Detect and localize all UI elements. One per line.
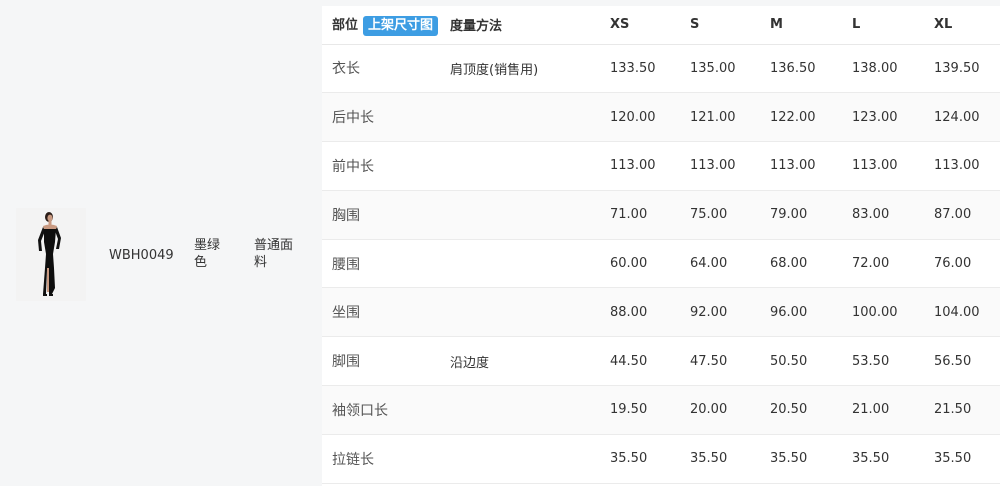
table-row: 腰围 60.00 64.00 68.00 72.00 76.00	[322, 239, 1000, 288]
value-s: 113.00	[690, 158, 736, 174]
header-size-xs: XS	[610, 17, 630, 33]
table-row: 坐围 88.00 92.00 96.00 100.00 104.00	[322, 287, 1000, 337]
part-name: 坐围	[332, 305, 360, 322]
measure-method	[450, 434, 610, 483]
value-s: 75.00	[690, 207, 728, 223]
value-l: 53.50	[852, 353, 890, 369]
value-xl: 76.00	[934, 256, 972, 272]
product-row: WBH0049 墨绿色 普通面料	[0, 0, 316, 486]
value-l: 83.00	[852, 207, 890, 223]
value-m: 122.00	[770, 109, 816, 125]
value-l: 123.00	[852, 109, 898, 125]
color-name: 墨绿色	[194, 238, 221, 270]
value-m: 68.00	[770, 256, 808, 272]
value-s: 64.00	[690, 256, 728, 272]
value-m: 79.00	[770, 207, 808, 223]
table-row: 袖领口长 19.50 20.00 20.50 21.00 21.50	[322, 385, 1000, 435]
value-m: 50.50	[770, 353, 808, 369]
dress-image	[16, 208, 86, 301]
header-method: 度量方法	[450, 19, 503, 35]
header-size-s: S	[690, 17, 700, 33]
value-m: 20.50	[770, 402, 808, 418]
value-xl: 139.50	[934, 60, 980, 76]
table-header-row: 部位 上架尺寸图 度量方法 XS S M L XL	[322, 6, 1000, 44]
part-name: 后中长	[332, 110, 374, 127]
value-xs: 60.00	[610, 256, 648, 272]
value-xl: 56.50	[934, 353, 972, 369]
value-xs: 35.50	[610, 451, 648, 467]
part-name: 拉链长	[332, 451, 374, 468]
header-size-m: M	[770, 17, 783, 33]
table-row: 后中长 120.00 121.00 122.00 123.00 124.00	[322, 92, 1000, 142]
value-l: 72.00	[852, 256, 890, 272]
listing-size-chart-tag[interactable]: 上架尺寸图	[363, 15, 439, 36]
value-xl: 21.50	[934, 402, 972, 418]
value-s: 135.00	[690, 60, 736, 76]
value-s: 35.50	[690, 451, 728, 467]
value-l: 113.00	[852, 158, 898, 174]
value-xl: 87.00	[934, 207, 972, 223]
measure-method: 肩顶度(销售用)	[450, 62, 539, 78]
value-xs: 120.00	[610, 109, 656, 125]
header-size-l: L	[852, 17, 861, 33]
size-table: 部位 上架尺寸图 度量方法 XS S M L XL 衣长 肩顶度(销售用) 133.5…	[322, 6, 1000, 484]
value-xs: 44.50	[610, 353, 648, 369]
value-xl: 35.50	[934, 451, 972, 467]
measure-method	[450, 142, 610, 191]
table-row: 胸围 71.00 75.00 79.00 83.00 87.00	[322, 190, 1000, 240]
value-m: 136.50	[770, 60, 816, 76]
part-name: 胸围	[332, 207, 360, 224]
size-chart: 部位 上架尺寸图 度量方法 XS S M L XL 衣长 肩顶度(销售用) 133.5…	[322, 6, 1000, 486]
value-m: 35.50	[770, 451, 808, 467]
value-xl: 124.00	[934, 109, 980, 125]
value-l: 35.50	[852, 451, 890, 467]
part-name: 衣长	[332, 61, 360, 78]
header-part-label: 部位	[332, 17, 359, 33]
measure-method	[450, 386, 610, 435]
value-xs: 133.50	[610, 60, 656, 76]
part-name: 袖领口长	[332, 402, 388, 419]
part-name: 前中长	[332, 158, 374, 175]
value-xs: 19.50	[610, 402, 648, 418]
value-s: 92.00	[690, 304, 728, 320]
fabric-name: 普通面料	[254, 238, 294, 270]
part-name: 脚围	[332, 354, 360, 371]
measure-method	[450, 239, 610, 288]
table-row: 脚围 沿边度 44.50 47.50 50.50 53.50 56.50	[322, 337, 1000, 386]
measure-method	[450, 93, 610, 142]
product-thumbnail[interactable]	[16, 208, 86, 301]
value-m: 113.00	[770, 158, 816, 174]
value-xs: 71.00	[610, 207, 648, 223]
value-xs: 88.00	[610, 304, 648, 320]
value-s: 121.00	[690, 109, 736, 125]
measure-method	[450, 190, 610, 239]
value-s: 20.00	[690, 402, 728, 418]
value-s: 47.50	[690, 353, 728, 369]
table-row: 前中长 113.00 113.00 113.00 113.00 113.00	[322, 142, 1000, 191]
value-xl: 104.00	[934, 304, 980, 320]
value-l: 100.00	[852, 304, 898, 320]
header-part: 部位 上架尺寸图	[322, 6, 450, 44]
table-row: 拉链长 35.50 35.50 35.50 35.50 35.50	[322, 434, 1000, 484]
header-size-xl: XL	[934, 17, 953, 33]
value-m: 96.00	[770, 304, 808, 320]
value-xs: 113.00	[610, 158, 656, 174]
table-row: 衣长 肩顶度(销售用) 133.50 135.00 136.50 138.00 139.50	[322, 44, 1000, 93]
value-xl: 113.00	[934, 158, 980, 174]
sku-code: WBH0049	[109, 248, 174, 263]
part-name: 腰围	[332, 256, 360, 273]
measure-method: 沿边度	[450, 355, 490, 371]
measure-method	[450, 288, 610, 337]
value-l: 138.00	[852, 60, 898, 76]
value-l: 21.00	[852, 402, 890, 418]
